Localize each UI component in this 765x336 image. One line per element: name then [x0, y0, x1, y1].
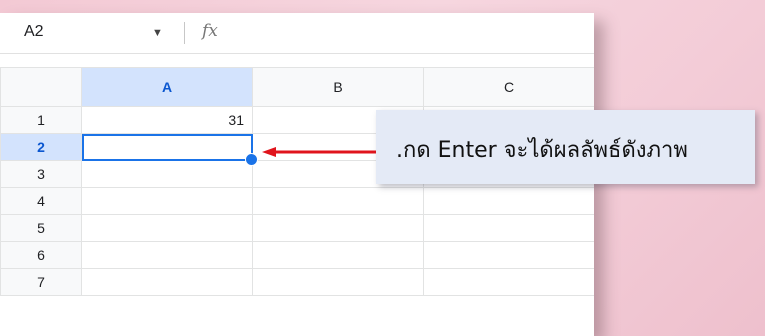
cell-b6[interactable] [252, 241, 424, 269]
cell-b5[interactable] [252, 214, 424, 242]
cell-b4[interactable] [252, 187, 424, 215]
name-box-dropdown-icon[interactable]: ▼ [152, 27, 163, 39]
fill-handle[interactable] [245, 153, 258, 166]
fx-icon: fx [202, 21, 218, 41]
row-header-1[interactable]: 1 [0, 106, 82, 134]
cell-a3[interactable] [81, 160, 253, 188]
column-header-a[interactable]: A [81, 67, 253, 107]
row-header-5[interactable]: 5 [0, 214, 82, 242]
formula-bar: A2 ▼ fx [0, 13, 594, 54]
callout-text: .กด Enter จะได้ผลลัพธ์ดังภาพ [396, 138, 688, 163]
instruction-callout: .กด Enter จะได้ผลลัพธ์ดังภาพ [376, 110, 755, 184]
cell-a7[interactable] [81, 268, 253, 296]
cell-a6[interactable] [81, 241, 253, 269]
name-box[interactable]: A2 [24, 23, 44, 41]
column-header-c[interactable]: C [423, 67, 594, 107]
cell-c7[interactable] [423, 268, 594, 296]
row-header-4[interactable]: 4 [0, 187, 82, 215]
row-header-6[interactable]: 6 [0, 241, 82, 269]
column-header-b[interactable]: B [252, 67, 424, 107]
row-header-3[interactable]: 3 [0, 160, 82, 188]
select-all-corner[interactable] [0, 67, 82, 107]
cell-a2[interactable] [81, 133, 258, 166]
row-header-2[interactable]: 2 [0, 133, 82, 161]
cell-b7[interactable] [252, 268, 424, 296]
cell-a5[interactable] [81, 214, 253, 242]
cell-a1[interactable]: 31 [81, 106, 253, 134]
cell-c6[interactable] [423, 241, 594, 269]
pointer-arrow [262, 147, 378, 157]
cell-a4[interactable] [81, 187, 253, 215]
row-header-7[interactable]: 7 [0, 268, 82, 296]
cell-c5[interactable] [423, 214, 594, 242]
formula-bar-divider [184, 22, 185, 44]
cell-c4[interactable] [423, 187, 594, 215]
